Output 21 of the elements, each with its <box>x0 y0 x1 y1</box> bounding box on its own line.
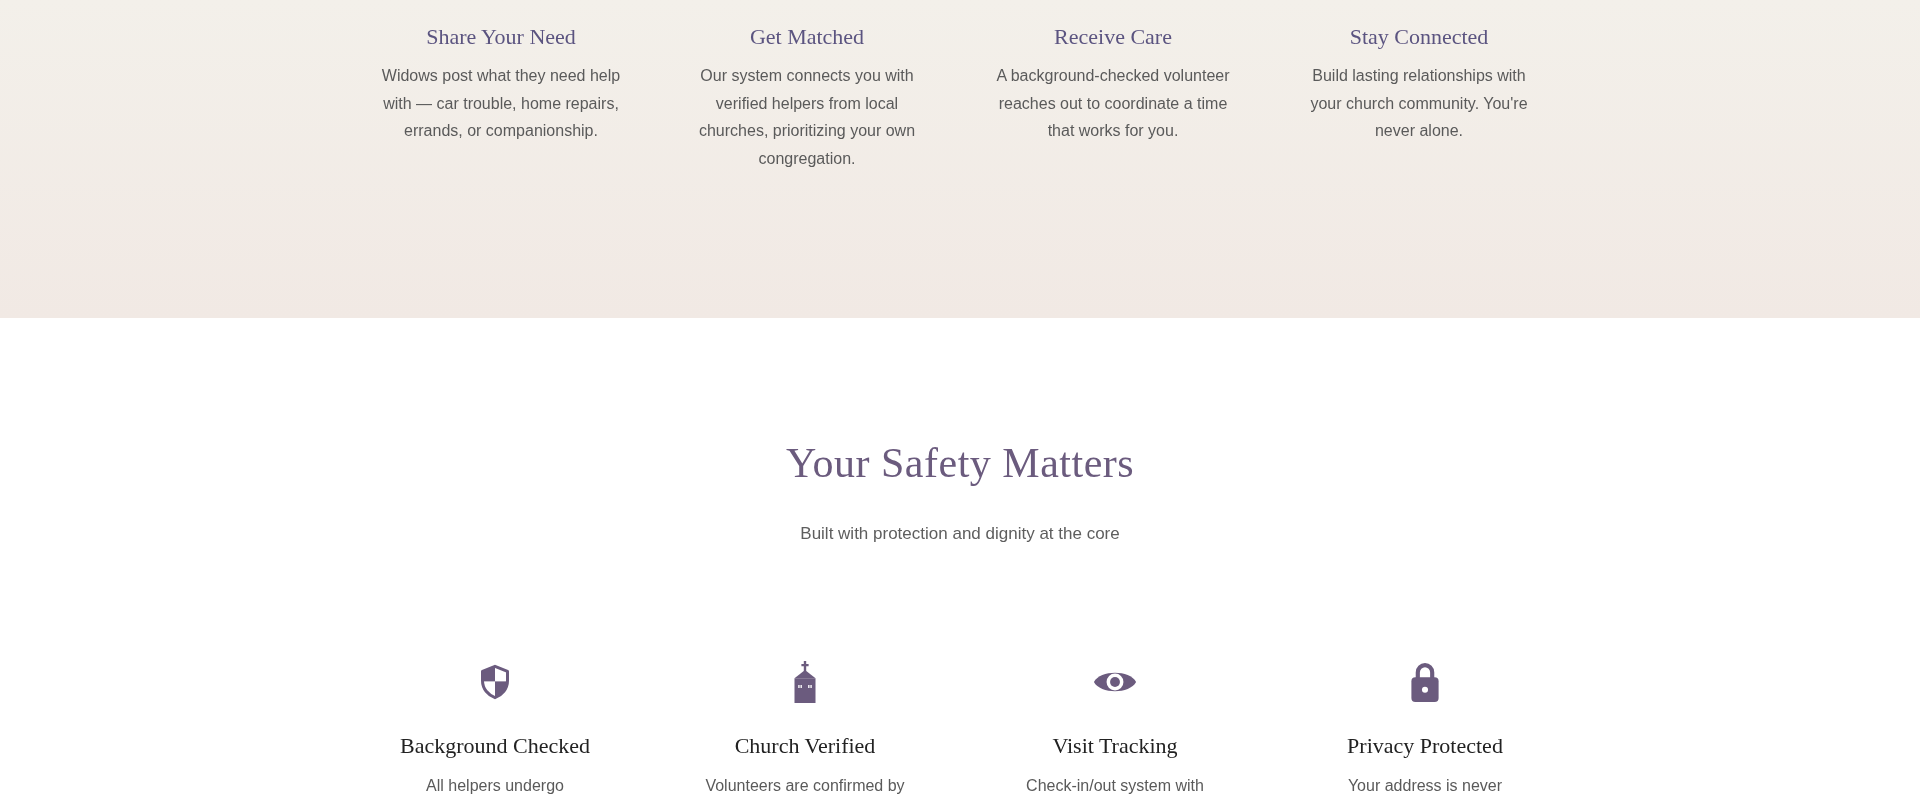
step-title: Receive Care <box>1054 23 1172 51</box>
step-description: Widows post what they need help with — car trouble, home repairs, errands, or companionship. <box>380 66 622 141</box>
feature-description: Your address is never <box>1347 776 1503 796</box>
feature-description: Volunteers are confirmed by <box>705 776 905 796</box>
feature-description: All helpers undergo <box>426 776 564 796</box>
church-icon <box>792 661 818 703</box>
feature-title: Background Checked <box>400 732 590 760</box>
feature-title: Visit Tracking <box>1052 732 1178 760</box>
step-description: Build lasting relationships with your church community. You're never alone. <box>1309 66 1529 141</box>
step-description: Our system connects you with verified helpers from local churches, prioritizing your own congregation. <box>697 66 917 169</box>
section-subtitle: Built with protection and dignity at the core <box>800 523 1120 545</box>
step-title: Get Matched <box>749 23 865 51</box>
step-title: Share Your Need <box>426 23 576 51</box>
lock-icon <box>1409 661 1441 703</box>
shield-icon <box>480 664 510 700</box>
step-title: Stay Connected <box>1349 23 1489 51</box>
step-description: A background-checked volunteer reaches out to coordinate a time that works for you. <box>995 66 1231 141</box>
section-heading: Your Safety Matters <box>785 439 1135 488</box>
feature-title: Privacy Protected <box>1347 732 1503 760</box>
feature-title: Church Verified <box>734 732 876 760</box>
feature-description: Check-in/out system with <box>1026 776 1204 796</box>
